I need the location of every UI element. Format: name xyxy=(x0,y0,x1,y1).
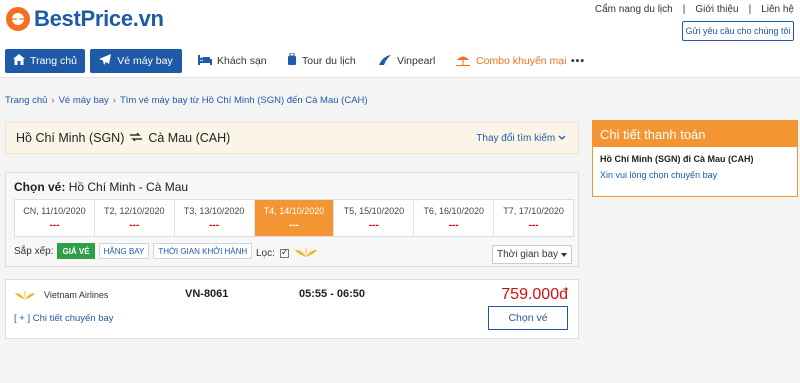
link-about[interactable]: Giới thiệu xyxy=(695,4,738,15)
route-to: Cà Mau (CAH) xyxy=(148,131,231,145)
flight-code: VN-8061 xyxy=(185,288,229,300)
payment-hint: Xin vui lòng chọn chuyến bay xyxy=(600,170,718,180)
date-selector: CN, 11/10/2020 --- T2, 12/10/2020 --- T3… xyxy=(14,199,574,237)
nav-combo[interactable]: Combo khuyến mại xyxy=(455,49,566,73)
payment-title: Chi tiết thanh toán xyxy=(593,121,797,147)
top-links: Cẩm nang du lịch | Giới thiệu | Liên hệ xyxy=(594,4,794,15)
payment-route: Hồ Chí Minh (SGN) đi Cà Mau (CAH) xyxy=(600,154,754,164)
nav-hotels[interactable]: Khách sạn xyxy=(198,49,267,73)
sort-departure-button[interactable]: THỜI GIAN KHỞI HÀNH xyxy=(153,243,253,259)
sort-bar: Sắp xếp: GIÁ VÉ HÃNG BAY THỜI GIAN KHỞI … xyxy=(14,243,253,259)
date-tab[interactable]: CN, 11/10/2020 --- xyxy=(15,200,95,236)
vietnam-airlines-logo-icon xyxy=(14,288,36,302)
choose-ticket-panel: Chọn vé: Hồ Chí Minh - Cà Mau CN, 11/10/… xyxy=(5,172,579,267)
flight-result-row: Vietnam Airlines [ + ] Chi tiết chuyến b… xyxy=(5,279,579,339)
date-tab[interactable]: T5, 15/10/2020 --- xyxy=(334,200,415,236)
vietnam-airlines-logo-icon xyxy=(294,245,318,262)
date-tab[interactable]: T2, 12/10/2020 --- xyxy=(95,200,175,236)
date-tab-selected[interactable]: T4, 14/10/2020 --- xyxy=(254,200,335,236)
airline-name: Vietnam Airlines xyxy=(44,290,109,300)
site-header: BestPrice.vn Cẩm nang du lịch | Giới thi… xyxy=(0,0,800,44)
chevron-down-icon xyxy=(558,133,566,144)
breadcrumb-flights[interactable]: Vé máy bay xyxy=(59,95,109,106)
nav-home[interactable]: Trang chủ xyxy=(5,49,85,73)
plane-icon xyxy=(99,53,112,69)
home-icon xyxy=(13,54,26,68)
send-request-button[interactable]: Gửi yêu cầu cho chúng tôi xyxy=(682,21,794,41)
link-contact[interactable]: Liên hệ xyxy=(761,4,794,15)
bestprice-logo[interactable]: BestPrice.vn xyxy=(6,6,164,32)
route-title: Hồ Chí Minh (SGN) Cà Mau (CAH) xyxy=(16,131,230,145)
logo-icon xyxy=(6,7,30,31)
airline-filter-checkbox[interactable] xyxy=(279,247,289,258)
choose-title: Chọn vé: Hồ Chí Minh - Cà Mau xyxy=(14,180,189,194)
beach-icon xyxy=(455,54,471,69)
airline: Vietnam Airlines xyxy=(14,288,108,302)
breadcrumb-current: Tìm vé máy bay từ Hồ Chí Minh (SGN) đến … xyxy=(119,95,368,106)
nav-vinpearl[interactable]: Vinpearl xyxy=(378,49,435,73)
breadcrumb-home[interactable]: Trang chủ xyxy=(5,95,47,106)
sort-label: Sắp xếp: xyxy=(14,245,54,257)
date-tab[interactable]: T7, 17/10/2020 --- xyxy=(494,200,573,236)
flight-times: 05:55 - 06:50 xyxy=(299,288,366,300)
route-panel: Hồ Chí Minh (SGN) Cà Mau (CAH) Thay đổi … xyxy=(5,122,579,154)
flight-price: 759.000đ xyxy=(501,286,568,303)
caret-down-icon xyxy=(561,249,568,260)
link-travel-guide[interactable]: Cẩm nang du lịch xyxy=(595,4,673,15)
flight-time-sort-select[interactable]: Thời gian bay xyxy=(492,245,572,264)
main-nav: Trang chủ Vé máy bay Khách sạn Tour du l… xyxy=(0,44,800,78)
nav-flights[interactable]: Vé máy bay xyxy=(90,49,182,73)
sort-price-button[interactable]: GIÁ VÉ xyxy=(57,243,95,259)
date-tab[interactable]: T3, 13/10/2020 --- xyxy=(175,200,255,236)
change-search-link[interactable]: Thay đổi tìm kiếm xyxy=(476,133,566,144)
date-tab[interactable]: T6, 16/10/2020 --- xyxy=(414,200,495,236)
filter-label: Lọc: xyxy=(256,248,275,259)
filter-group: Lọc: xyxy=(256,245,318,262)
swap-arrows-icon xyxy=(130,131,143,145)
vinpearl-icon xyxy=(378,54,392,69)
select-ticket-button[interactable]: Chọn vé xyxy=(488,306,568,330)
sort-airline-button[interactable]: HÃNG BAY xyxy=(98,243,150,259)
bed-icon xyxy=(198,54,212,68)
logo-text: BestPrice.vn xyxy=(34,6,164,31)
breadcrumb: Trang chủ › Vé máy bay › Tìm vé máy bay … xyxy=(5,95,368,106)
payment-details-panel: Chi tiết thanh toán Hồ Chí Minh (SGN) đi… xyxy=(592,120,798,197)
luggage-icon xyxy=(287,52,297,69)
flight-detail-link[interactable]: [ + ] Chi tiết chuyến bay xyxy=(14,313,114,324)
route-from: Hồ Chí Minh (SGN) xyxy=(16,131,125,145)
more-menu-button[interactable]: ••• xyxy=(571,49,585,73)
nav-tours[interactable]: Tour du lịch xyxy=(287,49,356,73)
